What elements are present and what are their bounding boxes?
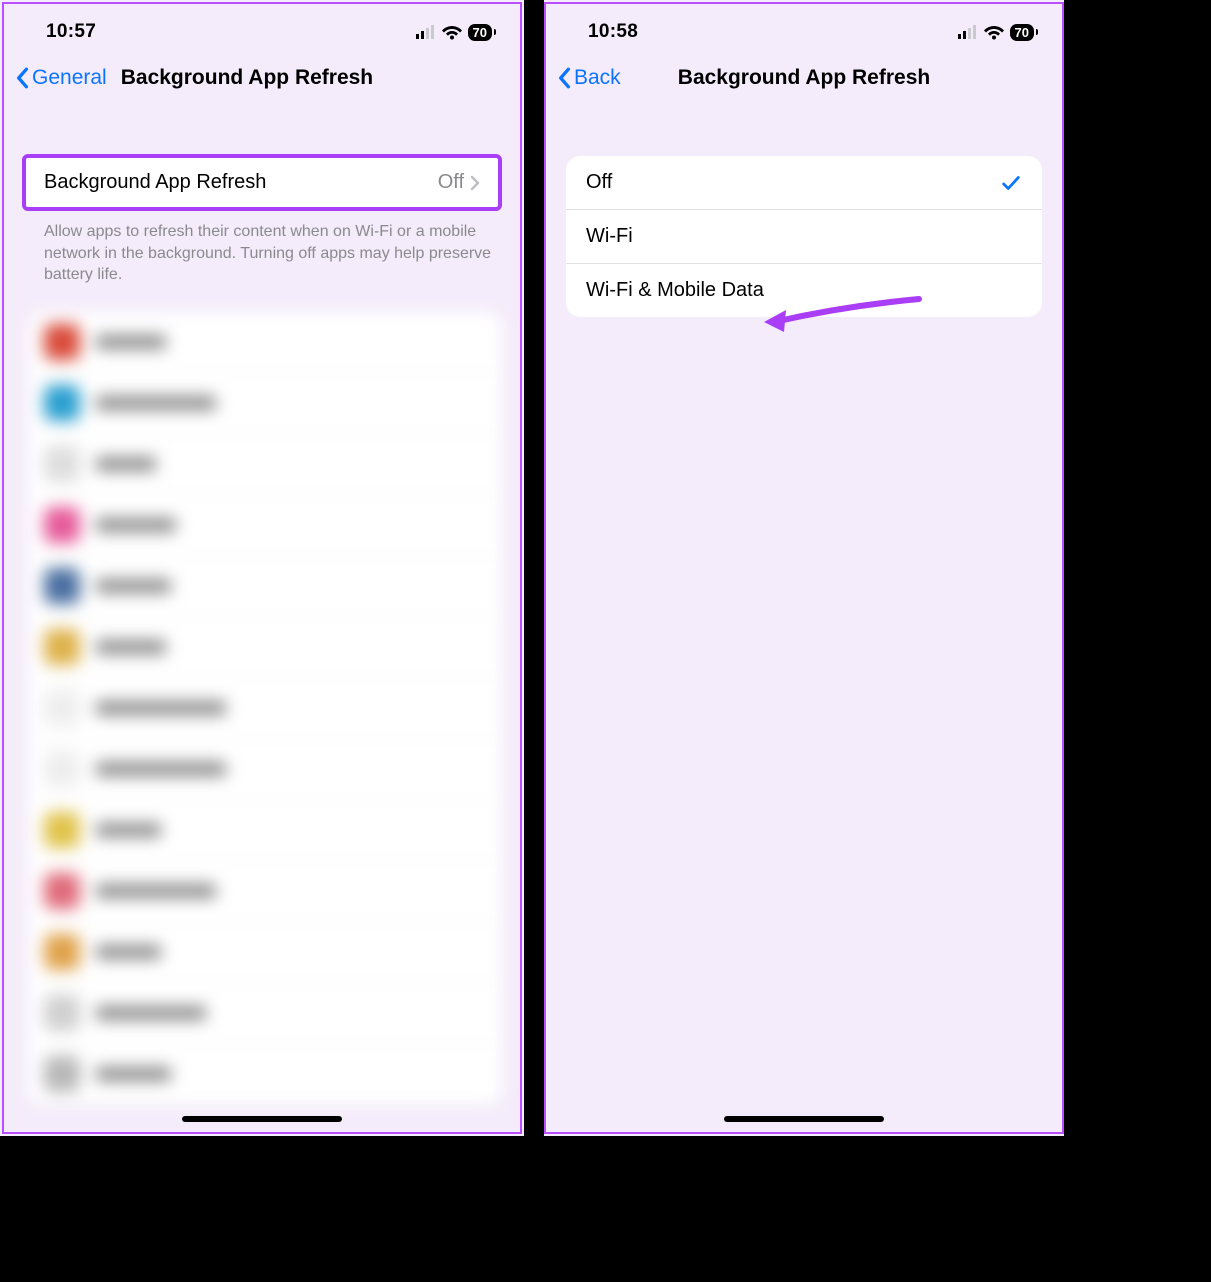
nav-title: Background App Refresh bbox=[546, 66, 1062, 90]
status-time: 10:57 bbox=[46, 21, 96, 43]
back-button[interactable]: Back bbox=[556, 66, 621, 90]
status-indicators: 70 bbox=[958, 24, 1034, 41]
app-row-blurred bbox=[28, 617, 502, 678]
back-button[interactable]: General bbox=[14, 66, 107, 90]
option-row[interactable]: Wi-Fi & Mobile Data bbox=[566, 264, 1042, 317]
app-row-blurred bbox=[28, 678, 502, 739]
row-label: Background App Refresh bbox=[44, 171, 438, 194]
row-value: Off bbox=[438, 171, 464, 194]
phone-screenshot-left: 10:57 70 General B bbox=[2, 2, 522, 1134]
option-label: Off bbox=[586, 171, 1000, 194]
option-label: Wi-Fi bbox=[586, 225, 1022, 248]
option-row[interactable]: Wi-Fi bbox=[566, 210, 1042, 264]
chevron-left-icon bbox=[556, 67, 572, 89]
phone-screenshot-right: 10:58 70 Back Back bbox=[544, 2, 1064, 1134]
back-label: General bbox=[32, 66, 107, 90]
status-indicators: 70 bbox=[416, 24, 492, 41]
app-row-blurred bbox=[28, 983, 502, 1044]
cellular-icon bbox=[416, 25, 436, 39]
chevron-right-icon bbox=[470, 175, 480, 191]
background-app-refresh-row[interactable]: Background App Refresh Off bbox=[24, 156, 500, 209]
checkmark-icon bbox=[1000, 172, 1022, 194]
footer-text: Allow apps to refresh their content when… bbox=[4, 209, 520, 304]
status-bar: 10:58 70 bbox=[546, 4, 1062, 54]
cellular-icon bbox=[958, 25, 978, 39]
option-label: Wi-Fi & Mobile Data bbox=[586, 279, 1022, 302]
nav-title: Background App Refresh bbox=[121, 66, 373, 90]
app-row-blurred bbox=[28, 739, 502, 800]
option-row[interactable]: Off bbox=[566, 156, 1042, 210]
battery-level: 70 bbox=[473, 25, 487, 40]
app-row-blurred bbox=[28, 312, 502, 373]
bottom-border bbox=[0, 1136, 1064, 1282]
battery-level: 70 bbox=[1015, 25, 1029, 40]
app-row-blurred bbox=[28, 861, 502, 922]
options-group: Off Wi-Fi Wi-Fi & Mobile Data bbox=[566, 156, 1042, 317]
right-border bbox=[1064, 0, 1211, 1282]
home-indicator bbox=[724, 1116, 884, 1122]
app-row-blurred bbox=[28, 922, 502, 983]
wifi-icon bbox=[984, 24, 1004, 40]
status-time: 10:58 bbox=[588, 21, 638, 43]
app-list-blurred bbox=[28, 312, 502, 1105]
battery-badge: 70 bbox=[1010, 24, 1034, 41]
nav-bar: Back Background App Refresh bbox=[546, 54, 1062, 110]
battery-badge: 70 bbox=[468, 24, 492, 41]
chevron-left-icon bbox=[14, 67, 30, 89]
main-setting-group: Background App Refresh Off bbox=[24, 156, 500, 209]
back-label: Back bbox=[574, 66, 621, 90]
app-row-blurred bbox=[28, 434, 502, 495]
status-bar: 10:57 70 bbox=[4, 4, 520, 54]
app-row-blurred bbox=[28, 1044, 502, 1105]
app-row-blurred bbox=[28, 556, 502, 617]
wifi-icon bbox=[442, 24, 462, 40]
app-row-blurred bbox=[28, 495, 502, 556]
home-indicator bbox=[182, 1116, 342, 1122]
nav-bar: General Background App Refresh bbox=[4, 54, 520, 110]
app-row-blurred bbox=[28, 373, 502, 434]
screenshot-divider bbox=[524, 0, 544, 1282]
app-row-blurred bbox=[28, 800, 502, 861]
